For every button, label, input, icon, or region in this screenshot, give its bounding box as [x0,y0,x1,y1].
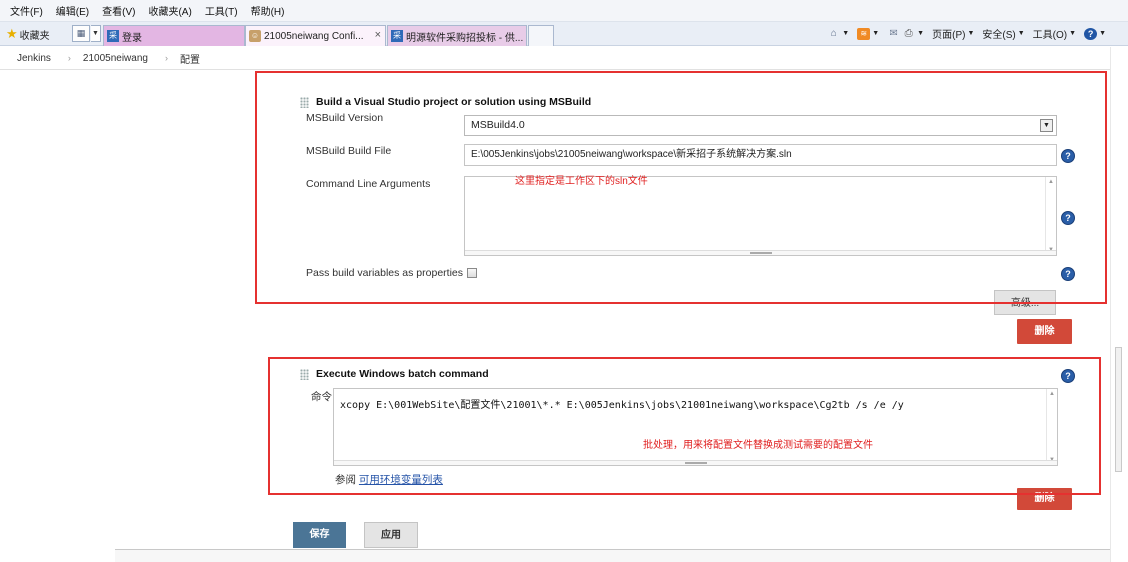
delete-msbuild-button[interactable]: 删除 [1017,319,1072,344]
menu-tools[interactable]: 工具(T) [205,3,238,18]
save-button[interactable]: 保存 [293,522,346,548]
menu-favorites[interactable]: 收藏夹(A) [148,3,191,18]
tab-jenkins-config[interactable]: ☺ 21005neiwang Confi... × [245,25,386,46]
page-dropdown-icon[interactable]: ▼ [967,30,974,37]
star-icon: ★ [6,26,18,41]
breadcrumb-configure[interactable]: 配置 [180,51,200,66]
horizontal-scrollbar[interactable] [115,549,1110,562]
home-icon[interactable]: ⌂ [827,28,840,40]
page-scrollbar[interactable] [1110,47,1128,562]
help-dropdown-icon[interactable]: ▼ [1099,30,1106,37]
tools-menu[interactable]: 工具(O) [1033,26,1067,41]
chevron-right-icon: › [164,53,168,63]
favorites-button[interactable]: ★ 收藏夹 [6,26,50,42]
breadcrumb-jenkins[interactable]: Jenkins [17,53,51,64]
tab-bar: ★ 收藏夹 ▦ ▼ 采 登录 ☺ 21005neiwang Confi... ×… [0,22,1128,46]
page-menu[interactable]: 页面(P) [932,26,965,41]
apply-button[interactable]: 应用 [364,522,418,548]
tab-procurement[interactable]: 采 明源软件采购招投标 - 供... [387,25,527,46]
home-dropdown-icon[interactable]: ▼ [842,30,849,37]
print-icon[interactable]: ⎙ [902,28,915,40]
new-tab-button[interactable] [528,25,554,46]
safety-dropdown-icon[interactable]: ▼ [1018,30,1025,37]
tab-title: 明源软件采购招投标 - 供... [406,32,524,44]
tab-list-dropdown[interactable]: ▼ [91,25,101,42]
rss-dropdown-icon[interactable]: ▼ [872,30,879,37]
menu-help[interactable]: 帮助(H) [251,3,285,18]
command-bar: ⌂ ▼ ≋ ▼ ✉ ⎙ ▼ 页面(P) ▼ 安全(S) ▼ 工具(O) ▼ ? ▼ [827,26,1114,41]
tab-title: 21005neiwang Confi... [264,30,364,42]
batch-highlight-box [268,357,1101,495]
tab-login[interactable]: 采 登录 [103,25,245,46]
site-icon: 采 [107,30,119,42]
menu-bar: 文件(F) 编辑(E) 查看(V) 收藏夹(A) 工具(T) 帮助(H) [0,0,1128,22]
chevron-right-icon: › [67,53,71,63]
scrollbar-thumb[interactable] [1115,347,1122,472]
rss-icon[interactable]: ≋ [857,27,871,40]
menu-edit[interactable]: 编辑(E) [56,3,89,18]
menu-view[interactable]: 查看(V) [102,3,135,18]
breadcrumb-job[interactable]: 21005neiwang [83,53,148,64]
jenkins-icon: ☺ [249,30,261,42]
print-dropdown-icon[interactable]: ▼ [917,30,924,37]
menu-file[interactable]: 文件(F) [10,3,43,18]
help-icon[interactable]: ? [1084,27,1098,40]
breadcrumb: Jenkins › 21005neiwang › 配置 [0,47,1110,70]
safety-menu[interactable]: 安全(S) [982,26,1015,41]
mail-icon[interactable]: ✉ [887,28,900,40]
tools-dropdown-icon[interactable]: ▼ [1069,30,1076,37]
msbuild-highlight-box [255,71,1107,304]
close-tab-icon[interactable]: × [375,29,381,41]
quick-tabs-icon[interactable]: ▦ [72,25,90,42]
tab-title: 登录 [122,32,142,44]
favorites-label: 收藏夹 [19,30,50,42]
site-icon: 采 [391,30,403,42]
